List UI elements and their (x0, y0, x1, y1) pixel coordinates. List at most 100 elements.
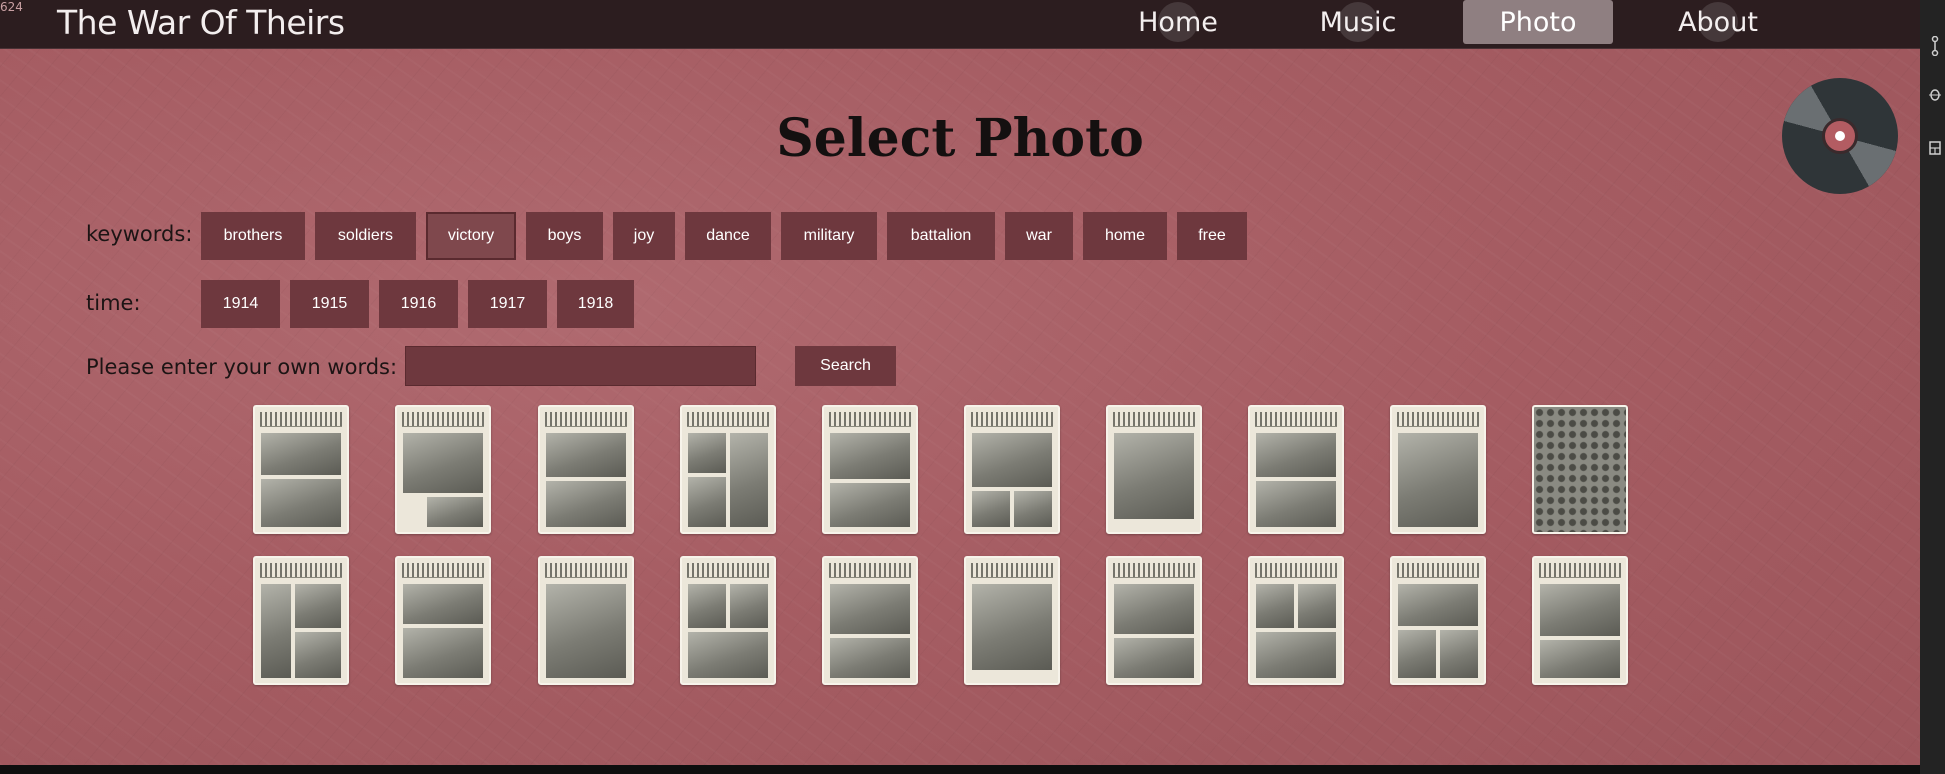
photo-image (1014, 491, 1052, 527)
photo-thumbnail[interactable] (1248, 405, 1344, 534)
extensions-icon[interactable] (1929, 140, 1941, 155)
newspaper-masthead (1113, 563, 1195, 578)
photo-thumbnail[interactable] (964, 405, 1060, 534)
main-nav: Home Music Photo About (1103, 0, 1808, 49)
photo-thumbnail[interactable] (538, 556, 634, 685)
photo-image (295, 632, 341, 678)
photo-image (830, 483, 910, 527)
newspaper-masthead (402, 563, 484, 578)
keyword-war-button[interactable]: war (1005, 212, 1073, 260)
photo-thumbnail[interactable] (680, 556, 776, 685)
newspaper-masthead (260, 563, 342, 578)
time-1915-button[interactable]: 1915 (290, 280, 369, 328)
newspaper-masthead (1255, 563, 1337, 578)
photo-image (688, 584, 726, 628)
photo-image (1114, 638, 1194, 678)
keyword-boys-button[interactable]: boys (526, 212, 603, 260)
search-input[interactable] (405, 346, 756, 386)
newspaper-masthead (1113, 412, 1195, 427)
site-brand[interactable]: The War Of Theirs (57, 3, 345, 42)
time-1916-button[interactable]: 1916 (379, 280, 458, 328)
nav-ripple (1698, 2, 1738, 42)
keyword-military-button[interactable]: military (781, 212, 877, 260)
keyword-joy-button[interactable]: joy (613, 212, 675, 260)
keywords-filter: brothers soldiers victory boys joy dance… (0, 212, 1920, 260)
photo-image (403, 584, 483, 624)
photo-image (261, 433, 341, 475)
photo-image (1398, 584, 1478, 626)
branch-icon[interactable] (1929, 35, 1941, 57)
photo-image (1398, 433, 1478, 527)
keyword-home-button[interactable]: home (1083, 212, 1167, 260)
photo-image (830, 584, 910, 634)
photo-image (261, 584, 291, 678)
page-title: Select Photo (776, 108, 1144, 169)
keyword-soldiers-button[interactable]: soldiers (315, 212, 416, 260)
nav-photo[interactable]: Photo (1463, 0, 1613, 44)
search-label: Please enter your own words: (86, 355, 398, 379)
photo-thumbnail[interactable] (1106, 556, 1202, 685)
keyword-battalion-button[interactable]: battalion (887, 212, 995, 260)
photo-thumbnail[interactable] (822, 405, 918, 534)
photo-thumbnail[interactable] (1248, 556, 1344, 685)
bottom-edge (0, 765, 1920, 774)
photo-image (403, 433, 483, 493)
photo-image (830, 638, 910, 678)
photo-thumbnail[interactable] (1106, 405, 1202, 534)
photo-thumbnail[interactable] (1532, 405, 1628, 534)
top-navbar: The War Of Theirs Home Music Photo About (0, 0, 1920, 49)
photo-thumbnail[interactable] (395, 405, 491, 534)
page-background: Select Photo keywords: brothers soldiers… (0, 0, 1920, 765)
keyword-free-button[interactable]: free (1177, 212, 1247, 260)
photo-image (261, 479, 341, 527)
nav-home[interactable]: Home (1103, 0, 1253, 44)
music-disc-icon[interactable] (1782, 78, 1898, 194)
photo-image (295, 584, 341, 628)
nav-about[interactable]: About (1643, 0, 1793, 44)
search-button[interactable]: Search (795, 346, 896, 386)
photo-thumbnail[interactable] (1390, 556, 1486, 685)
photo-image (730, 433, 768, 527)
nav-music[interactable]: Music (1283, 0, 1433, 44)
keyword-brothers-button[interactable]: brothers (201, 212, 305, 260)
photo-image (688, 477, 726, 527)
side-toolbar (1920, 0, 1945, 774)
disc-hub (1835, 131, 1845, 141)
corner-counter: 624 (0, 0, 23, 14)
photo-thumbnail[interactable] (1532, 556, 1628, 685)
photo-image (1256, 632, 1336, 678)
photo-image (546, 584, 626, 678)
photo-thumbnail[interactable] (1390, 405, 1486, 534)
photo-thumbnail[interactable] (822, 556, 918, 685)
time-1914-button[interactable]: 1914 (201, 280, 280, 328)
bug-icon[interactable] (1929, 86, 1941, 101)
newspaper-masthead (545, 412, 627, 427)
newspaper-masthead (1255, 412, 1337, 427)
time-1917-button[interactable]: 1917 (468, 280, 547, 328)
photo-image (1256, 584, 1294, 628)
photo-thumbnail[interactable] (964, 556, 1060, 685)
photo-thumbnail[interactable] (680, 405, 776, 534)
nav-photo-label: Photo (1499, 6, 1577, 38)
photo-image (1114, 433, 1194, 519)
newspaper-masthead (260, 412, 342, 427)
keyword-victory-button[interactable]: victory (426, 212, 516, 260)
photo-image (688, 433, 726, 473)
photo-image (1398, 630, 1436, 678)
newspaper-masthead (829, 563, 911, 578)
photo-thumbnail[interactable] (253, 405, 349, 534)
time-1918-button[interactable]: 1918 (557, 280, 634, 328)
photo-thumbnail[interactable] (253, 556, 349, 685)
newspaper-masthead (545, 563, 627, 578)
photo-image (546, 433, 626, 477)
photo-image (427, 497, 483, 527)
newspaper-masthead (1397, 412, 1479, 427)
photo-image (1540, 640, 1620, 678)
photo-image (1540, 584, 1620, 636)
photo-image (1256, 481, 1336, 527)
photo-image (972, 491, 1010, 527)
photo-thumbnail[interactable] (538, 405, 634, 534)
photo-thumbnail[interactable] (395, 556, 491, 685)
newspaper-masthead (402, 412, 484, 427)
keyword-dance-button[interactable]: dance (685, 212, 771, 260)
